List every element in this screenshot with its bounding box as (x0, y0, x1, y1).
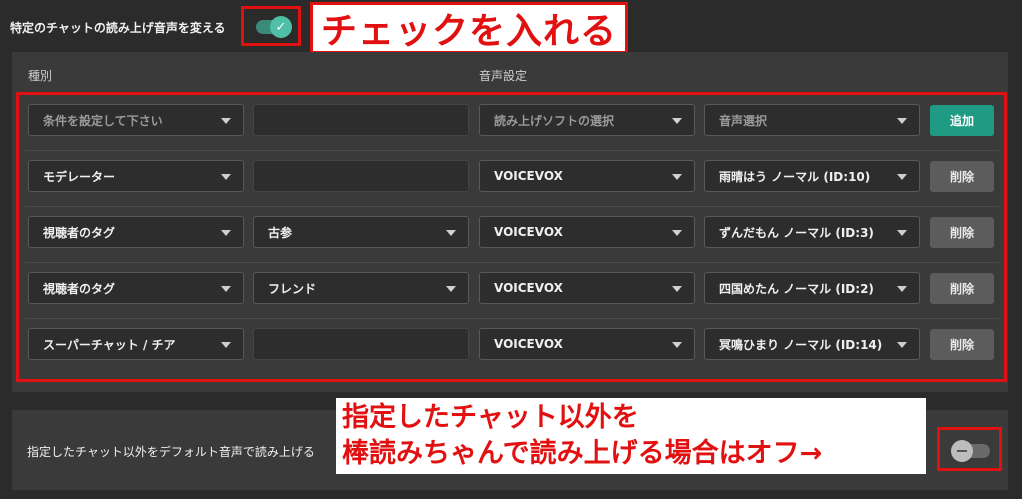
type-select[interactable]: 視聴者のタグ (28, 272, 244, 304)
sub-select[interactable]: フレンド (253, 272, 469, 304)
tts-software-select[interactable]: VOICEVOX (479, 216, 695, 248)
row-divider (25, 150, 999, 151)
toggle-off-knob-icon[interactable] (951, 440, 973, 462)
chevron-down-icon (897, 118, 907, 124)
chevron-down-icon (672, 174, 682, 180)
check-icon[interactable]: ✓ (270, 16, 292, 38)
sub-condition-input[interactable] (253, 104, 469, 136)
sub-select-value: 古参 (268, 225, 293, 240)
chevron-down-icon (672, 342, 682, 348)
tts-software-select-value: VOICEVOX (494, 169, 563, 183)
sub-select[interactable]: 古参 (253, 216, 469, 248)
row-divider (25, 206, 999, 207)
annotation-check-text: チェックを入れる (310, 2, 629, 54)
tts-software-select[interactable]: VOICEVOX (479, 272, 695, 304)
voice-select-value: 四国めたん ノーマル (ID:2) (719, 281, 874, 296)
annotation-highlight-bottom-toggle (937, 427, 1002, 471)
sub-select-value: フレンド (268, 281, 317, 296)
tts-software-select-value: VOICEVOX (494, 225, 563, 239)
tts-software-select-value: VOICEVOX (494, 281, 563, 295)
chevron-down-icon (446, 230, 456, 236)
chevron-down-icon (221, 342, 231, 348)
delete-button[interactable]: 削除 (930, 273, 994, 304)
delete-button[interactable]: 削除 (930, 329, 994, 360)
voice-select-value: 音声選択 (719, 113, 768, 128)
chevron-down-icon (672, 286, 682, 292)
annotation-highlight-rules: 条件を設定して下さい 読み上げソフトの選択 音声選択 追加モデレーター VOICEVOX… (16, 92, 1007, 382)
row-divider (25, 318, 999, 319)
tts-software-select[interactable]: VOICEVOX (479, 160, 695, 192)
chevron-down-icon (897, 230, 907, 236)
chevron-down-icon (221, 174, 231, 180)
tts-software-select-value: 読み上げソフトの選択 (494, 113, 615, 128)
annotation-bottom-text: 指定したチャット以外を 棒読みちゃんで読み上げる場合はオフ→ (336, 398, 926, 474)
top-setting-row: 特定のチャットの読み上げ音声を変える ✓ チェックを入れる (0, 0, 1022, 54)
chevron-down-icon (221, 286, 231, 292)
chevron-down-icon (672, 230, 682, 236)
voice-select[interactable]: 冥鳴ひまり ノーマル (ID:14) (704, 328, 920, 360)
chevron-down-icon (897, 174, 907, 180)
voice-select[interactable]: 雨晴はう ノーマル (ID:10) (704, 160, 920, 192)
voice-select-value: 冥鳴ひまり ノーマル (ID:14) (719, 337, 883, 352)
rule-row: モデレーター VOICEVOX 雨晴はう ノーマル (ID:10) 削除 (28, 160, 996, 194)
voice-select[interactable]: 四国めたん ノーマル (ID:2) (704, 272, 920, 304)
chevron-down-icon (897, 342, 907, 348)
sub-condition-input[interactable] (253, 328, 469, 360)
default-voice-label: 指定したチャット以外をデフォルト音声で読み上げる (27, 445, 315, 459)
voice-select-value: 雨晴はう ノーマル (ID:10) (719, 169, 871, 184)
sub-condition-input[interactable] (253, 160, 469, 192)
tts-software-select[interactable]: VOICEVOX (479, 328, 695, 360)
chat-voice-rules-panel: 種別 音声設定 条件を設定して下さい 読み上げソフトの選択 音声選択 追加モデレーター… (12, 52, 1008, 392)
type-select-value: モデレーター (43, 169, 116, 184)
chevron-down-icon (221, 230, 231, 236)
type-select-value: 視聴者のタグ (43, 281, 116, 296)
type-select[interactable]: 視聴者のタグ (28, 216, 244, 248)
delete-button[interactable]: 削除 (930, 161, 994, 192)
annotation-bottom-line1: 指定したチャット以外を (342, 402, 639, 433)
column-header-voice: 音声設定 (479, 69, 528, 83)
type-select-value: 条件を設定して下さい (43, 113, 163, 128)
type-select[interactable]: モデレーター (28, 160, 244, 192)
rule-row: 条件を設定して下さい 読み上げソフトの選択 音声選択 追加 (28, 104, 996, 138)
chevron-down-icon (672, 118, 682, 124)
type-select-value: スーパーチャット / チア (43, 337, 176, 352)
rule-row: 視聴者のタグ 古参 VOICEVOX ずんだもん ノーマル (ID:3) 削除 (28, 216, 996, 250)
type-select[interactable]: 条件を設定して下さい (28, 104, 244, 136)
chevron-down-icon (221, 118, 231, 124)
row-divider (25, 262, 999, 263)
chevron-down-icon (446, 286, 456, 292)
tts-software-select-value: VOICEVOX (494, 337, 563, 351)
add-button[interactable]: 追加 (930, 105, 994, 136)
chevron-down-icon (897, 286, 907, 292)
voice-select-value: ずんだもん ノーマル (ID:3) (719, 225, 874, 240)
column-header-type: 種別 (28, 69, 53, 83)
voice-select[interactable]: ずんだもん ノーマル (ID:3) (704, 216, 920, 248)
delete-button[interactable]: 削除 (930, 217, 994, 248)
tts-software-select[interactable]: 読み上げソフトの選択 (479, 104, 695, 136)
annotation-highlight-top-toggle: ✓ (241, 6, 301, 46)
type-select[interactable]: スーパーチャット / チア (28, 328, 244, 360)
rule-row: 視聴者のタグ フレンド VOICEVOX 四国めたん ノーマル (ID:2) 削除 (28, 272, 996, 306)
voice-select[interactable]: 音声選択 (704, 104, 920, 136)
rule-row: スーパーチャット / チア VOICEVOX 冥鳴ひまり ノーマル (ID:14) 削… (28, 328, 996, 362)
type-select-value: 視聴者のタグ (43, 225, 116, 240)
annotation-bottom-line2: 棒読みちゃんで読み上げる場合はオフ→ (342, 438, 823, 469)
specific-chat-voice-label: 特定のチャットの読み上げ音声を変える (10, 21, 226, 35)
